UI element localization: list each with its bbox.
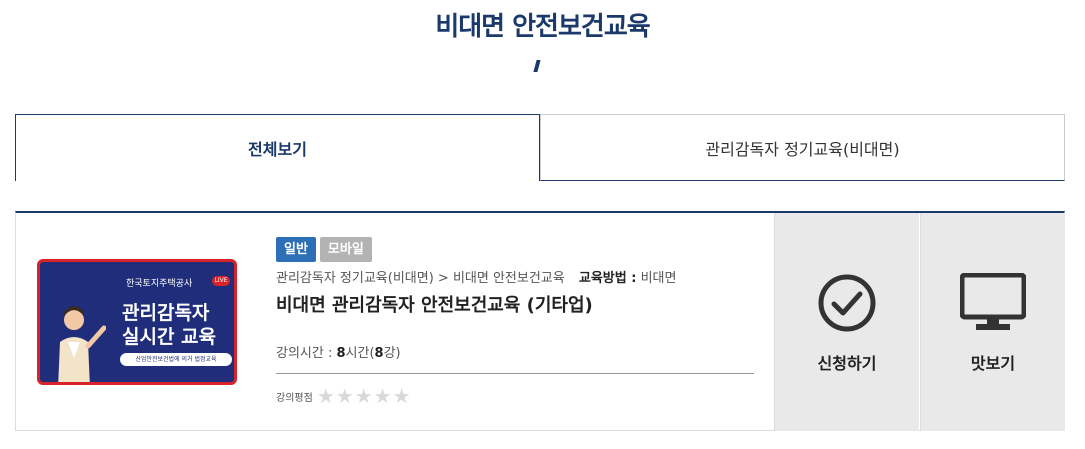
- duration-lessons-unit: 강): [383, 346, 401, 361]
- category-tabs: 전체보기 관리감독자 정기교육(비대면): [15, 114, 1065, 181]
- thumbnail-subcaption: 산업안전보건법에 의거 법정교육: [120, 353, 232, 366]
- duration-lessons: 8: [374, 346, 384, 361]
- duration-hours: 8: [336, 346, 346, 361]
- apply-button[interactable]: 신청하기: [774, 213, 919, 431]
- apply-label: 신청하기: [817, 354, 877, 373]
- star-icon: ★: [373, 384, 392, 408]
- course-thumbnail[interactable]: 한국토지주택공사 LIVE 관리감독자 실시간 교육 산업안전보건법에 의거 법…: [37, 259, 237, 385]
- instructor-illustration: [58, 306, 106, 382]
- star-icon: ★: [316, 384, 335, 408]
- thumbnail-headline-1: 관리감독자: [122, 302, 210, 324]
- star-icon: ★: [392, 384, 411, 408]
- thumbnail-headline-2: 실시간 교육: [122, 326, 217, 348]
- breadcrumb: 관리감독자 정기교육(비대면) > 비대면 안전보건교육 교육방법 : 비대면: [276, 267, 676, 286]
- preview-label: 맛보기: [970, 354, 1016, 373]
- rating-label: 강의평점: [276, 392, 313, 404]
- thumbnail-publisher: 한국토지주택공사: [126, 279, 193, 289]
- tab-supervisor-regular[interactable]: 관리감독자 정기교육(비대면): [540, 114, 1065, 181]
- live-badge: LIVE: [212, 276, 230, 286]
- course-duration: 강의시간 : 8시간(8강): [276, 342, 401, 361]
- duration-hours-unit: 시간(: [345, 346, 375, 361]
- star-icon: ★: [354, 384, 373, 408]
- title-divider-mark: [533, 60, 541, 72]
- course-rating: 강의평점 ★ ★ ★ ★ ★: [276, 386, 412, 406]
- tab-all[interactable]: 전체보기: [15, 114, 540, 181]
- method-value: 비대면: [640, 271, 677, 286]
- badge-general: 일반: [276, 237, 316, 262]
- preview-button[interactable]: 맛보기: [920, 213, 1065, 431]
- course-badges: 일반 모바일: [276, 237, 372, 262]
- divider: [276, 373, 754, 374]
- monitor-icon: [960, 270, 1026, 336]
- method-label: 교육방법 :: [578, 271, 637, 286]
- star-icon: ★: [335, 384, 354, 408]
- page-title: 비대면 안전보건교육: [435, 12, 650, 42]
- course-card: 한국토지주택공사 LIVE 관리감독자 실시간 교육 산업안전보건법에 의거 법…: [15, 211, 1065, 431]
- badge-mobile: 모바일: [319, 237, 372, 262]
- duration-prefix: 강의시간 :: [276, 346, 337, 361]
- course-title[interactable]: 비대면 관리감독자 안전보건교육 (기타업): [276, 291, 593, 317]
- check-circle-icon: [814, 270, 880, 336]
- breadcrumb-path: 관리감독자 정기교육(비대면) > 비대면 안전보건교육: [276, 271, 565, 286]
